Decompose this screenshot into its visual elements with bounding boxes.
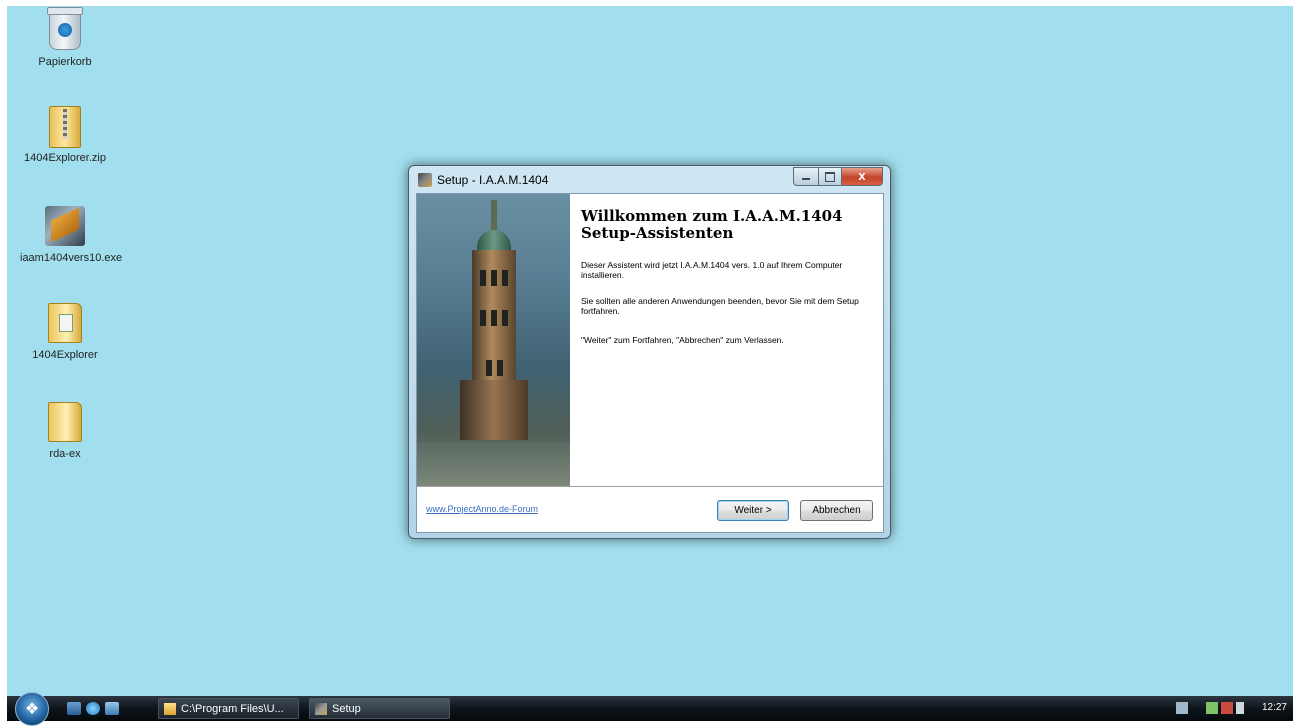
taskbar-item-explorer[interactable]: C:\Program Files\U... (158, 698, 299, 719)
wizard-text-instructions: "Weiter" zum Fortfahren, "Abbrechen" zum… (581, 335, 784, 345)
desktop-icon-label: iaam1404vers10.exe (20, 252, 123, 264)
taskbar: ❖ C:\Program Files\U... Setup 12:27 (7, 692, 1293, 726)
desktop-icon-1404explorer[interactable]: 1404Explorer (20, 303, 110, 362)
minimize-button[interactable] (793, 167, 819, 186)
setup-app-icon (315, 703, 327, 715)
maximize-button[interactable] (819, 167, 842, 186)
desktop-icon-label: rda-ex (49, 448, 81, 460)
desktop-icon-label: Papierkorb (38, 56, 92, 68)
internet-explorer-icon[interactable] (86, 702, 100, 715)
folder-icon (44, 303, 86, 345)
switch-windows-icon[interactable] (105, 702, 119, 715)
desktop-icon-rda-ex[interactable]: rda-ex (20, 402, 110, 461)
window-title: Setup - I.A.A.M.1404 (437, 173, 549, 187)
forum-link[interactable]: www.ProjectAnno.de-Forum (426, 504, 538, 514)
footer-divider (417, 486, 883, 487)
taskbar-item-label: Setup (332, 703, 361, 715)
setup-exe-icon (44, 206, 86, 248)
clock[interactable]: 12:27 (1262, 702, 1287, 713)
window-titlebar[interactable]: Setup - I.A.A.M.1404 x (409, 166, 890, 192)
windows-logo-icon: ❖ (24, 701, 40, 718)
wizard-body: Willkommen zum I.A.A.M.1404 Setup-Assist… (416, 193, 884, 533)
folder-icon (44, 402, 86, 444)
wizard-text-close-apps: Sie sollten alle anderen Anwendungen bee… (581, 296, 859, 316)
desktop-icon-label: 1404Explorer.zip (24, 152, 106, 164)
power-icon[interactable] (1206, 702, 1218, 714)
taskbar-item-setup[interactable]: Setup (309, 698, 450, 719)
system-tray: 12:27 (1173, 696, 1293, 721)
zip-folder-icon (44, 106, 86, 148)
setup-window: Setup - I.A.A.M.1404 x Willkommen zum I.… (408, 165, 891, 539)
desktop-tray-icon[interactable] (1176, 702, 1188, 714)
desktop-icon-iaam-exe[interactable]: iaam1404vers10.exe (20, 206, 123, 265)
cancel-button[interactable]: Abbrechen (800, 500, 873, 521)
wizard-hero-image (417, 194, 570, 486)
volume-icon[interactable] (1236, 702, 1244, 714)
window-controls: x (793, 167, 883, 186)
recycle-bin-icon (44, 7, 86, 52)
network-warning-icon[interactable] (1221, 702, 1233, 714)
desktop-icon-label: 1404Explorer (32, 349, 98, 361)
wizard-heading: Willkommen zum I.A.A.M.1404 Setup-Assist… (581, 207, 843, 242)
folder-icon (164, 703, 176, 715)
wizard-text-intro: Dieser Assistent wird jetzt I.A.A.M.1404… (581, 260, 843, 280)
taskbar-item-label: C:\Program Files\U... (181, 703, 284, 715)
close-button[interactable]: x (842, 167, 883, 186)
show-desktop-icon[interactable] (67, 702, 81, 715)
desktop-icon-1404explorer-zip[interactable]: 1404Explorer.zip (20, 106, 110, 165)
next-button[interactable]: Weiter > (717, 500, 789, 521)
desktop-icon-recycle-bin[interactable]: Papierkorb (20, 7, 110, 69)
close-icon: x (858, 168, 866, 183)
setup-app-icon (418, 173, 432, 187)
